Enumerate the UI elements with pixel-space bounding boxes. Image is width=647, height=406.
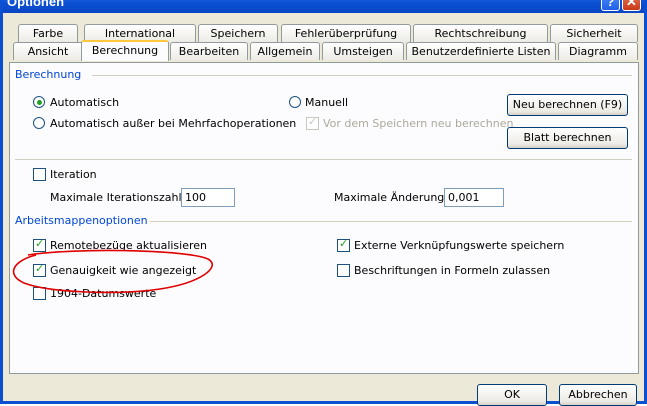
checkbox-vor-speichern-label[interactable]: Vor dem Speichern neu berechnen bbox=[323, 117, 514, 130]
radio-manuell-label[interactable]: Manuell bbox=[305, 96, 348, 109]
max-change-input[interactable]: 0,001 bbox=[444, 188, 504, 207]
tab-sicherheit[interactable]: Sicherheit bbox=[550, 24, 638, 42]
title-bar: Optionen ? ✕ bbox=[3, 0, 644, 13]
radio-automatisch-label[interactable]: Automatisch bbox=[50, 96, 119, 109]
max-iterations-label: Maximale Iterationszahl: bbox=[50, 191, 186, 204]
radio-manuell[interactable] bbox=[289, 96, 301, 108]
blatt-berechnen-button[interactable]: Blatt berechnen bbox=[507, 127, 628, 149]
iteration-separator bbox=[15, 159, 632, 160]
tab-benutzerdefinierte-listen[interactable]: Benutzerdefinierte Listen bbox=[406, 42, 556, 60]
checkbox-iteration[interactable] bbox=[33, 168, 46, 181]
checkbox-beschriftungen-label[interactable]: Beschriftungen in Formeln zulassen bbox=[354, 264, 550, 277]
radio-automatisch-mehrfach-label[interactable]: Automatisch außer bei Mehrfachoperatione… bbox=[50, 117, 296, 130]
arbeitsmappe-group-label: Arbeitsmappenoptionen bbox=[15, 214, 148, 227]
max-change-label: Maximale Änderung: bbox=[334, 191, 448, 204]
red-annotation-ellipse bbox=[12, 249, 213, 294]
tab-rechtschreibung[interactable]: Rechtschreibung bbox=[413, 24, 548, 42]
checkbox-extern[interactable]: ✓ bbox=[337, 237, 350, 252]
neu-berechnen-button[interactable]: Neu berechnen (F9) bbox=[507, 94, 628, 116]
checkbox-vor-speichern[interactable]: ✓ bbox=[306, 115, 319, 130]
options-dialog: Optionen ? ✕ Farbe International Speiche… bbox=[0, 0, 647, 406]
ok-button[interactable]: OK bbox=[477, 384, 547, 406]
berechnung-panel: Berechnung Automatisch Automatisch außer… bbox=[9, 62, 639, 374]
checkbox-iteration-label[interactable]: Iteration bbox=[50, 168, 97, 181]
tab-allgemein[interactable]: Allgemein bbox=[250, 42, 320, 60]
tab-farbe[interactable]: Farbe bbox=[18, 24, 78, 42]
check-icon: ✓ bbox=[308, 115, 318, 128]
berechnung-group-label: Berechnung bbox=[15, 68, 82, 81]
berechnung-separator bbox=[92, 75, 632, 76]
cancel-button[interactable]: Abbrechen bbox=[559, 384, 637, 406]
max-iterations-input[interactable]: 100 bbox=[181, 188, 235, 207]
help-button[interactable]: ? bbox=[601, 0, 620, 11]
radio-automatisch-mehrfach[interactable] bbox=[33, 117, 45, 129]
tab-fehlerpruefung[interactable]: Fehlerüberprüfung bbox=[281, 24, 411, 42]
tab-berechnung[interactable]: Berechnung bbox=[81, 40, 169, 61]
close-button[interactable]: ✕ bbox=[622, 0, 641, 11]
checkbox-beschriftungen[interactable] bbox=[337, 264, 350, 277]
radio-selected-dot bbox=[37, 100, 42, 105]
arbeitsmappe-separator bbox=[150, 221, 632, 222]
radio-automatisch[interactable] bbox=[33, 96, 45, 108]
tab-diagramm[interactable]: Diagramm bbox=[558, 42, 638, 60]
check-icon: ✓ bbox=[339, 237, 349, 250]
checkbox-extern-label[interactable]: Externe Verknüpfungswerte speichern bbox=[354, 239, 564, 252]
tab-bearbeiten[interactable]: Bearbeiten bbox=[170, 42, 248, 60]
tab-ansicht[interactable]: Ansicht bbox=[13, 42, 83, 60]
tab-umsteigen[interactable]: Umsteigen bbox=[322, 42, 404, 60]
window-title: Optionen bbox=[7, 0, 65, 9]
tab-speichern[interactable]: Speichern bbox=[198, 24, 278, 42]
